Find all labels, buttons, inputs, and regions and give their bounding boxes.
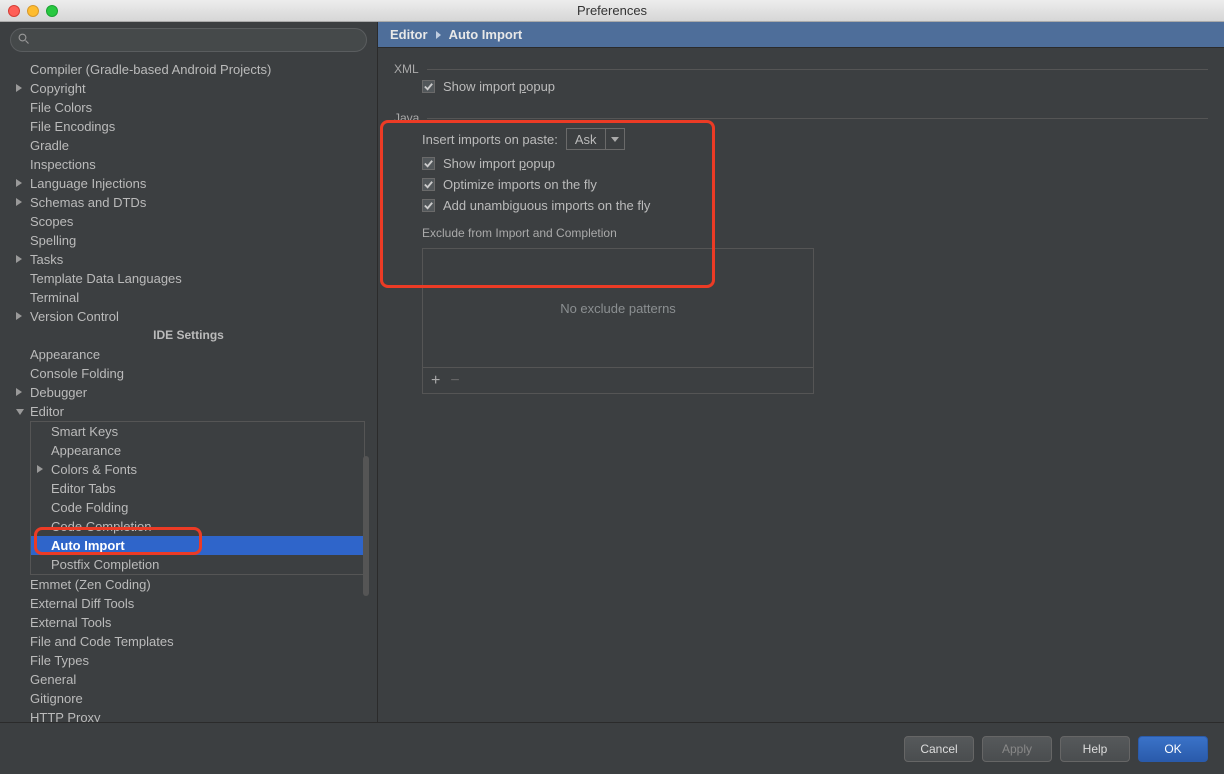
add-button[interactable]: + — [431, 372, 440, 390]
chevron-right-icon[interactable] — [16, 255, 22, 263]
chevron-right-icon[interactable] — [37, 465, 43, 473]
tree-section-header: IDE Settings — [0, 326, 377, 345]
remove-button[interactable]: − — [450, 372, 459, 390]
dropdown-value: Ask — [567, 129, 606, 149]
checkbox-java-show-popup[interactable]: Show import popup — [394, 153, 1208, 174]
chevron-right-icon[interactable] — [16, 179, 22, 187]
insert-imports-dropdown[interactable]: Ask — [566, 128, 625, 150]
editor-subtree-box: Smart Keys Appearance Colors & Fonts Edi… — [30, 421, 365, 575]
insert-imports-label: Insert imports on paste: — [422, 132, 558, 147]
tree-item[interactable]: File and Code Templates — [0, 632, 377, 651]
checkbox-optimize-imports[interactable]: Optimize imports on the fly — [394, 174, 1208, 195]
tree-item[interactable]: File Encodings — [0, 117, 377, 136]
exclude-toolbar: + − — [423, 367, 813, 393]
search-input[interactable] — [10, 28, 367, 52]
breadcrumb: Editor Auto Import — [378, 22, 1224, 48]
cancel-button[interactable]: Cancel — [904, 736, 974, 762]
content-panel: Editor Auto Import XML Show import popup… — [378, 22, 1224, 722]
tree-item-editor[interactable]: Editor — [0, 402, 377, 421]
apply-button[interactable]: Apply — [982, 736, 1052, 762]
tree-item[interactable]: Smart Keys — [31, 422, 364, 441]
tree-item[interactable]: Appearance — [0, 345, 377, 364]
tree-item[interactable]: External Tools — [0, 613, 377, 632]
tree-item[interactable]: Terminal — [0, 288, 377, 307]
help-button[interactable]: Help — [1060, 736, 1130, 762]
tree-item[interactable]: Editor Tabs — [31, 479, 364, 498]
checkbox-unambiguous-imports[interactable]: Add unambiguous imports on the fly — [394, 195, 1208, 216]
checkbox-icon[interactable] — [422, 157, 435, 170]
tree-item[interactable]: Appearance — [31, 441, 364, 460]
tree-item[interactable]: File Colors — [0, 98, 377, 117]
ok-button[interactable]: OK — [1138, 736, 1208, 762]
section-label-xml: XML — [394, 62, 419, 76]
chevron-right-icon[interactable] — [16, 84, 22, 92]
tree-item[interactable]: Colors & Fonts — [31, 460, 364, 479]
tree-item[interactable]: Schemas and DTDs — [0, 193, 377, 212]
tree-item[interactable]: Version Control — [0, 307, 377, 326]
tree-item[interactable]: HTTP Proxy — [0, 708, 377, 722]
insert-imports-row: Insert imports on paste: Ask — [394, 125, 1208, 153]
scrollbar-thumb[interactable] — [363, 456, 369, 596]
preferences-window: Compiler (Gradle-based Android Projects)… — [0, 22, 1224, 774]
tree-item[interactable]: Console Folding — [0, 364, 377, 383]
tree-item[interactable]: Language Injections — [0, 174, 377, 193]
sidebar: Compiler (Gradle-based Android Projects)… — [0, 22, 378, 722]
chevron-right-icon — [436, 31, 441, 39]
tree-item[interactable]: General — [0, 670, 377, 689]
checkbox-icon[interactable] — [422, 199, 435, 212]
tree-item[interactable]: External Diff Tools — [0, 594, 377, 613]
checkbox-label: Optimize imports on the fly — [443, 177, 597, 192]
dropdown-button[interactable] — [606, 129, 624, 149]
chevron-down-icon[interactable] — [16, 409, 24, 415]
tree-item[interactable]: Debugger — [0, 383, 377, 402]
dialog-buttons: Cancel Apply Help OK — [0, 722, 1224, 774]
tree-item[interactable]: Gradle — [0, 136, 377, 155]
tree-item[interactable]: Emmet (Zen Coding) — [0, 575, 377, 594]
chevron-right-icon[interactable] — [16, 388, 22, 396]
exclude-empty-text: No exclude patterns — [423, 249, 813, 367]
tree-item[interactable]: File Types — [0, 651, 377, 670]
tree-item[interactable]: Inspections — [0, 155, 377, 174]
tree-item[interactable]: Postfix Completion — [31, 555, 364, 574]
section-label-java: Java — [394, 111, 419, 125]
tree-item[interactable]: Code Folding — [31, 498, 364, 517]
checkbox-label: Show import popup — [443, 156, 555, 171]
checkbox-label: Add unambiguous imports on the fly — [443, 198, 650, 213]
chevron-right-icon[interactable] — [16, 198, 22, 206]
tree-item[interactable]: Copyright — [0, 79, 377, 98]
checkbox-icon[interactable] — [422, 178, 435, 191]
titlebar: Preferences — [0, 0, 1224, 22]
tree-item[interactable]: Code Completion — [31, 517, 364, 536]
tree-item-auto-import[interactable]: Auto Import — [31, 536, 364, 555]
tree-item[interactable]: Tasks — [0, 250, 377, 269]
checkbox-icon[interactable] — [422, 80, 435, 93]
exclude-list: No exclude patterns + − — [422, 248, 814, 394]
exclude-title: Exclude from Import and Completion — [394, 216, 1208, 240]
window-title: Preferences — [0, 3, 1224, 18]
breadcrumb-segment[interactable]: Editor — [390, 27, 428, 42]
tree-item[interactable]: Compiler (Gradle-based Android Projects) — [0, 60, 377, 79]
tree-item[interactable]: Template Data Languages — [0, 269, 377, 288]
chevron-down-icon — [611, 137, 619, 142]
tree-item[interactable]: Scopes — [0, 212, 377, 231]
chevron-right-icon[interactable] — [16, 312, 22, 320]
tree-item[interactable]: Spelling — [0, 231, 377, 250]
breadcrumb-segment: Auto Import — [449, 27, 523, 42]
checkbox-xml-show-popup[interactable]: Show import popup — [394, 76, 1208, 97]
tree-item[interactable]: Gitignore — [0, 689, 377, 708]
checkbox-label: Show import popup — [443, 79, 555, 94]
settings-tree[interactable]: Compiler (Gradle-based Android Projects)… — [0, 58, 377, 722]
